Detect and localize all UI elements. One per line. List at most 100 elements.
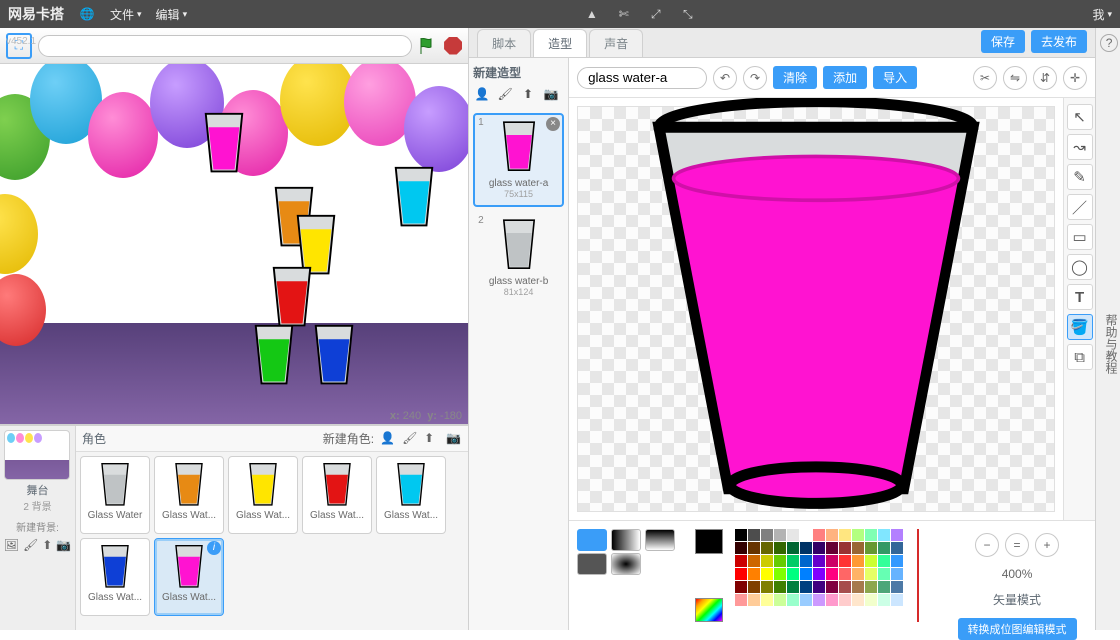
palette-swatch[interactable] xyxy=(761,594,773,606)
sprite-item[interactable]: Glass Wat... xyxy=(154,456,224,534)
costume-paint-icon[interactable]: 🖌 xyxy=(496,87,514,105)
palette-swatch[interactable] xyxy=(787,594,799,606)
palette-swatch[interactable] xyxy=(891,594,903,606)
add-button[interactable]: 添加 xyxy=(823,66,867,89)
palette-swatch[interactable] xyxy=(839,529,851,541)
sprite-camera-icon[interactable]: 📷 xyxy=(446,431,462,447)
palette-swatch[interactable] xyxy=(813,568,825,580)
sprite-library-icon[interactable]: 👤 xyxy=(380,431,396,447)
palette-swatch[interactable] xyxy=(878,529,890,541)
palette-swatch[interactable] xyxy=(826,529,838,541)
palette-swatch[interactable] xyxy=(891,529,903,541)
backdrop-upload-icon[interactable]: ⬆ xyxy=(42,538,52,554)
palette-swatch[interactable] xyxy=(813,594,825,606)
palette-swatch[interactable] xyxy=(878,594,890,606)
palette-swatch[interactable] xyxy=(735,555,747,567)
delete-costume-icon[interactable]: × xyxy=(546,117,560,131)
palette-swatch[interactable] xyxy=(761,529,773,541)
tool-ellipse-icon[interactable]: ◯ xyxy=(1067,254,1093,280)
palette-swatch[interactable] xyxy=(826,568,838,580)
costume-camera-icon[interactable]: 📷 xyxy=(542,87,560,105)
redo-icon[interactable]: ↷ xyxy=(743,66,767,90)
palette-swatch[interactable] xyxy=(839,542,851,554)
sprite-item[interactable]: Glass Wat... xyxy=(302,456,372,534)
tool-fill-icon[interactable]: 🪣 xyxy=(1067,314,1093,340)
palette-swatch[interactable] xyxy=(761,542,773,554)
palette-swatch[interactable] xyxy=(826,542,838,554)
shrink-icon[interactable]: ⤡ xyxy=(679,7,697,22)
stage-thumb[interactable] xyxy=(4,430,70,480)
palette-swatch[interactable] xyxy=(800,594,812,606)
palette-swatch[interactable] xyxy=(852,555,864,567)
palette-swatch[interactable] xyxy=(800,542,812,554)
zoom-out-icon[interactable]: − xyxy=(975,533,999,557)
paint-canvas[interactable] xyxy=(569,98,1063,520)
palette-swatch[interactable] xyxy=(852,529,864,541)
costume-item[interactable]: 1×glass water-a75x115 xyxy=(473,113,564,207)
palette-swatch[interactable] xyxy=(800,555,812,567)
grow-icon[interactable]: ⤢ xyxy=(647,7,665,22)
palette-swatch[interactable] xyxy=(878,542,890,554)
stage[interactable]: x: 240 y: -180 xyxy=(0,64,468,424)
palette-swatch[interactable] xyxy=(761,555,773,567)
menu-user[interactable]: 我▾ xyxy=(1092,6,1112,23)
color-palette[interactable] xyxy=(735,529,903,606)
palette-swatch[interactable] xyxy=(826,594,838,606)
fill-hgrad-icon[interactable] xyxy=(611,529,641,551)
tool-rect-icon[interactable]: ▭ xyxy=(1067,224,1093,250)
palette-swatch[interactable] xyxy=(748,542,760,554)
palette-swatch[interactable] xyxy=(839,581,851,593)
fill-vgrad-icon[interactable] xyxy=(645,529,675,551)
center-icon[interactable]: ✛ xyxy=(1063,66,1087,90)
palette-swatch[interactable] xyxy=(813,529,825,541)
palette-swatch[interactable] xyxy=(774,594,786,606)
palette-swatch[interactable] xyxy=(839,594,851,606)
backdrop-camera-icon[interactable]: 📷 xyxy=(56,538,71,554)
palette-swatch[interactable] xyxy=(774,542,786,554)
tool-line-icon[interactable]: ／ xyxy=(1067,194,1093,220)
palette-swatch[interactable] xyxy=(878,555,890,567)
zoom-in-icon[interactable]: + xyxy=(1035,533,1059,557)
stamp-icon[interactable]: ▲ xyxy=(583,7,601,21)
palette-swatch[interactable] xyxy=(813,581,825,593)
tool-duplicate-icon[interactable]: ⧉ xyxy=(1067,344,1093,370)
scissors-icon[interactable]: ✄ xyxy=(615,7,633,21)
sprite-item[interactable]: Glass Wat... xyxy=(376,456,446,534)
palette-swatch[interactable] xyxy=(852,568,864,580)
palette-swatch[interactable] xyxy=(774,568,786,580)
sprite-item[interactable]: Glass Water xyxy=(80,456,150,534)
palette-swatch[interactable] xyxy=(774,529,786,541)
globe-icon[interactable]: 🌐 xyxy=(78,7,96,21)
palette-swatch[interactable] xyxy=(813,555,825,567)
palette-swatch[interactable] xyxy=(813,542,825,554)
flip-h-icon[interactable]: ⇋ xyxy=(1003,66,1027,90)
palette-swatch[interactable] xyxy=(761,581,773,593)
save-button[interactable]: 保存 xyxy=(981,30,1025,53)
palette-swatch[interactable] xyxy=(748,581,760,593)
palette-swatch[interactable] xyxy=(787,529,799,541)
palette-swatch[interactable] xyxy=(826,555,838,567)
publish-button[interactable]: 去发布 xyxy=(1031,30,1087,53)
tab-costumes[interactable]: 造型 xyxy=(533,29,587,57)
palette-swatch[interactable] xyxy=(865,594,877,606)
palette-swatch[interactable] xyxy=(826,581,838,593)
palette-swatch[interactable] xyxy=(761,568,773,580)
convert-bitmap-button[interactable]: 转换成位图编辑模式 xyxy=(958,618,1077,640)
costume-upload-icon[interactable]: ⬆ xyxy=(519,87,537,105)
sprite-item[interactable]: Glass Wat... xyxy=(154,538,224,616)
sprite-paint-icon[interactable]: 🖌 xyxy=(402,431,418,447)
palette-swatch[interactable] xyxy=(891,555,903,567)
costume-library-icon[interactable]: 👤 xyxy=(473,87,491,105)
flip-v-icon[interactable]: ⇵ xyxy=(1033,66,1057,90)
tool-text-icon[interactable]: T xyxy=(1067,284,1093,310)
palette-swatch[interactable] xyxy=(865,581,877,593)
clear-button[interactable]: 清除 xyxy=(773,66,817,89)
undo-icon[interactable]: ↶ xyxy=(713,66,737,90)
palette-swatch[interactable] xyxy=(891,542,903,554)
palette-swatch[interactable] xyxy=(839,555,851,567)
zoom-reset-icon[interactable]: = xyxy=(1005,533,1029,557)
palette-swatch[interactable] xyxy=(865,568,877,580)
palette-swatch[interactable] xyxy=(852,581,864,593)
crop-icon[interactable]: ✂ xyxy=(973,66,997,90)
palette-swatch[interactable] xyxy=(735,568,747,580)
